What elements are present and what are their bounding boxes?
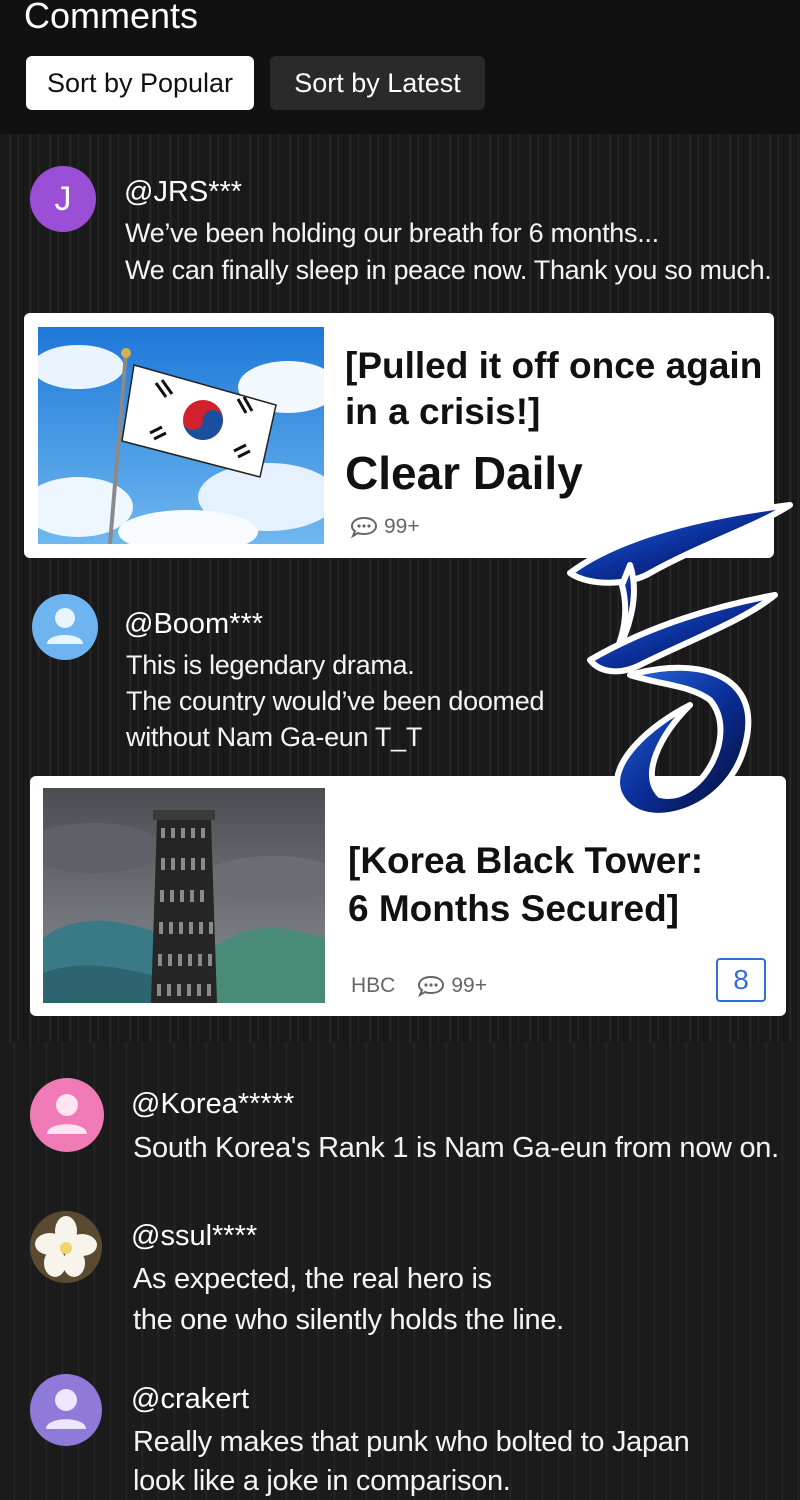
avatar-letter: J [54, 180, 72, 218]
avatar[interactable] [30, 1374, 102, 1446]
comment-username[interactable]: @ssul**** [131, 1219, 257, 1253]
card-meta: HBC 99+ [351, 974, 487, 998]
comment-username[interactable]: @crakert [131, 1382, 249, 1416]
comment-text: Really makes that punk who bolted to Jap… [133, 1426, 690, 1458]
page-title: Comments [24, 0, 199, 36]
card-source: HBC [351, 974, 396, 997]
brush-stroke-sfx-icon [567, 502, 793, 819]
card-subhead: Clear Daily [345, 447, 583, 499]
korean-flag-icon [38, 327, 324, 544]
comment-text: We can finally sleep in peace now. Thank… [125, 255, 772, 285]
sort-latest-button[interactable]: Sort by Latest [270, 56, 485, 110]
avatar[interactable] [30, 1078, 104, 1152]
comment-text: As expected, the real hero is [133, 1263, 492, 1295]
card-headline: 6 Months Secured] [348, 888, 679, 929]
comment-text: This is legendary drama. [126, 650, 415, 680]
card-headline: [Pulled it off once again [345, 345, 763, 386]
comment-count-text: 99+ [384, 515, 420, 538]
black-tower-icon [43, 788, 325, 1003]
user-icon [47, 1094, 87, 1134]
comment-text: South Korea's Rank 1 is Nam Ga-eun from … [133, 1132, 779, 1164]
comment-bubble-icon [350, 516, 378, 539]
comment-username[interactable]: @Korea***** [131, 1087, 294, 1121]
comment-count-text: 99+ [451, 974, 487, 997]
comment-username[interactable]: @JRS*** [124, 175, 242, 209]
card-headline: in a crisis!] [345, 391, 541, 432]
comments-header: Comments Sort by Popular Sort by Latest [0, 0, 800, 134]
sort-popular-button[interactable]: Sort by Popular [26, 56, 254, 110]
avatar[interactable] [32, 594, 98, 660]
comment-text: We’ve been holding our breath for 6 mont… [125, 218, 659, 248]
comment-username[interactable]: @Boom*** [124, 607, 263, 641]
comment-text: The country would’ve been doomed [126, 686, 545, 716]
card-badge[interactable]: 8 [716, 958, 766, 1002]
avatar[interactable] [30, 1211, 102, 1283]
comment-text: look like a joke in comparison. [133, 1465, 511, 1497]
user-icon [46, 1389, 86, 1429]
user-icon [47, 608, 83, 644]
comment-bubble-icon [418, 975, 445, 998]
flower-icon [30, 1211, 102, 1283]
comment-text: without Nam Ga-eun T_T [126, 722, 423, 752]
comment-text: the one who silently holds the line. [133, 1304, 564, 1336]
avatar[interactable]: J [30, 166, 96, 232]
card-comment-count[interactable]: 99+ [350, 515, 420, 539]
card-headline: [Korea Black Tower: [348, 840, 704, 881]
